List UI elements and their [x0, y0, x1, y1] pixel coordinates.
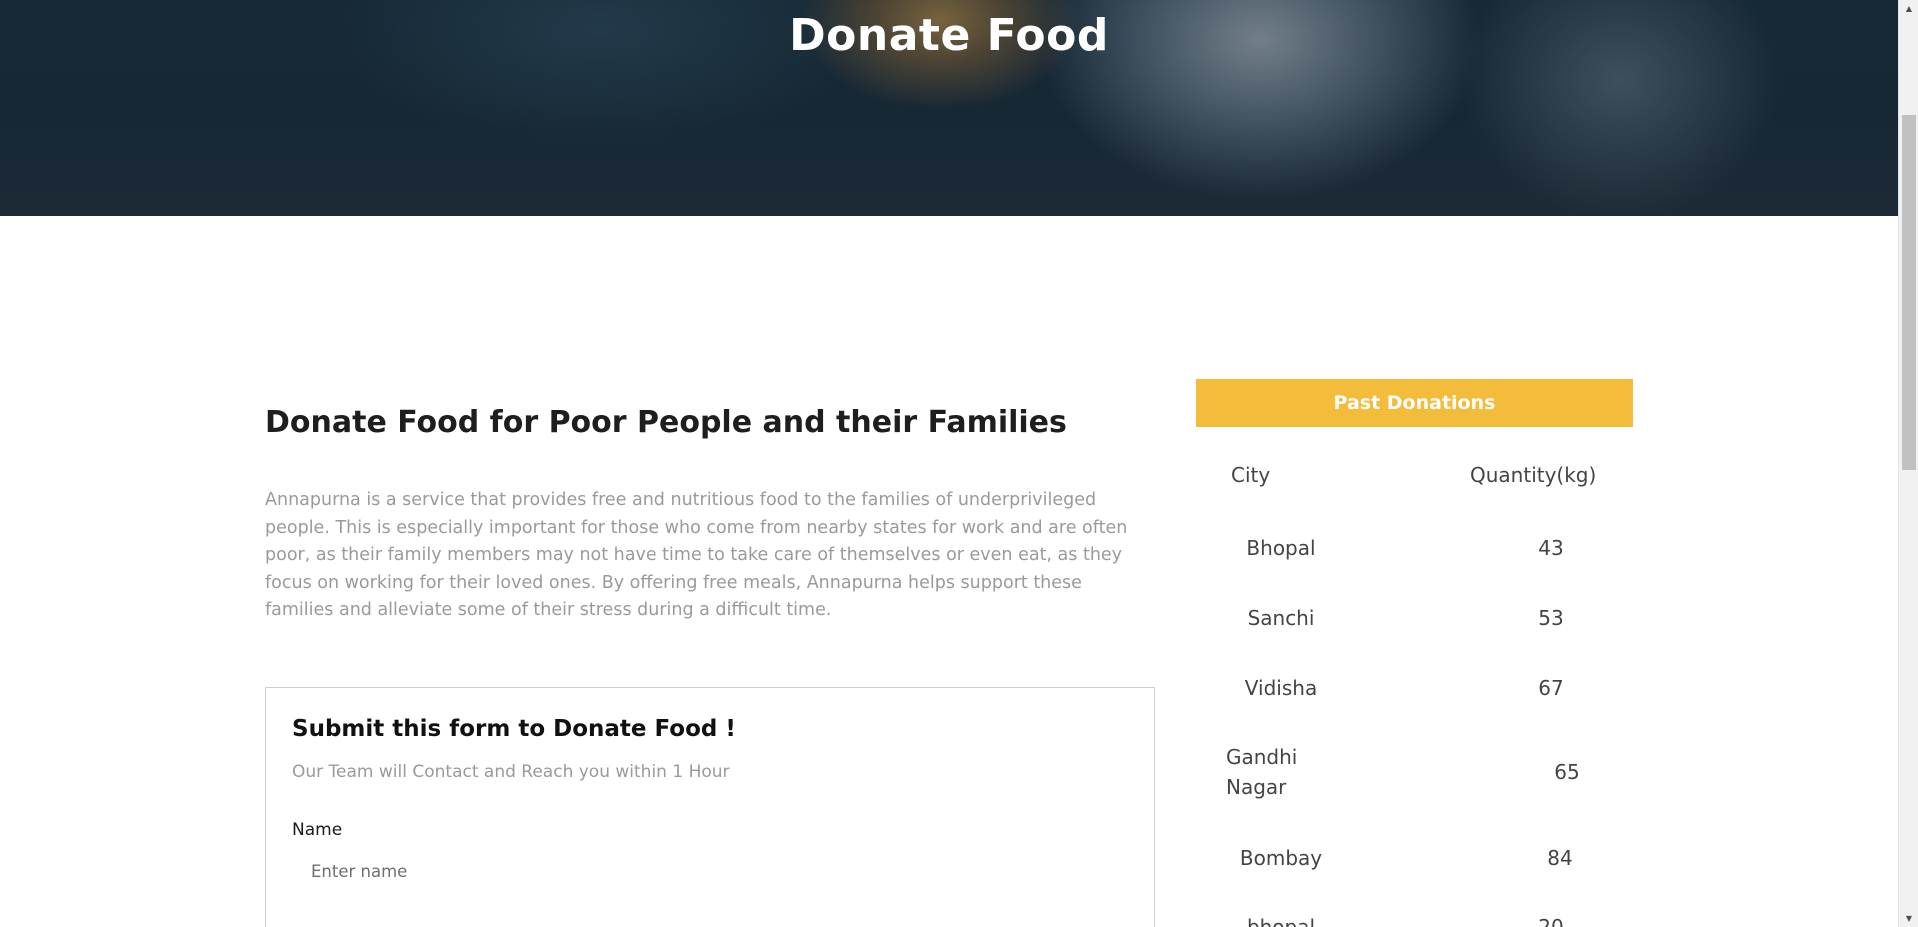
- scroll-down-arrow-icon[interactable]: ▼: [1899, 910, 1918, 927]
- form-subtitle: Our Team will Contact and Reach you with…: [292, 762, 730, 782]
- column-header-quantity: Quantity(kg): [1470, 463, 1597, 487]
- hero-banner: Donate Food: [0, 0, 1898, 216]
- name-input[interactable]: [292, 850, 1128, 892]
- section-heading: Donate Food for Poor People and their Fa…: [265, 405, 1067, 440]
- donation-city: Bombay: [1239, 846, 1323, 870]
- scroll-up-arrow-icon[interactable]: ▲: [1899, 0, 1918, 17]
- donation-quantity: 67: [1538, 676, 1564, 700]
- scrollbar-thumb[interactable]: [1902, 115, 1916, 470]
- donation-city: bhopal: [1246, 915, 1316, 927]
- page-scrollbar[interactable]: ▲ ▼: [1898, 0, 1918, 927]
- donation-city: Vidisha: [1244, 676, 1318, 700]
- donation-city: Sanchi: [1247, 606, 1315, 630]
- donation-quantity: 65: [1554, 760, 1580, 784]
- donation-quantity: 84: [1547, 846, 1573, 870]
- donation-city: Bhopal: [1246, 536, 1316, 560]
- form-title: Submit this form to Donate Food !: [292, 716, 736, 742]
- column-header-city: City: [1231, 463, 1271, 487]
- name-label: Name: [292, 820, 343, 840]
- donation-city: Gandhi Nagar: [1226, 745, 1298, 799]
- donation-quantity: 43: [1538, 536, 1564, 560]
- donation-quantity: 53: [1538, 606, 1564, 630]
- intro-paragraph: Annapurna is a service that provides fre…: [265, 490, 1128, 620]
- donate-form: Submit this form to Donate Food ! Our Te…: [265, 687, 1155, 927]
- donation-quantity: 20: [1538, 915, 1564, 927]
- page-title: Donate Food: [789, 10, 1109, 61]
- past-donations-header: Past Donations: [1196, 379, 1633, 427]
